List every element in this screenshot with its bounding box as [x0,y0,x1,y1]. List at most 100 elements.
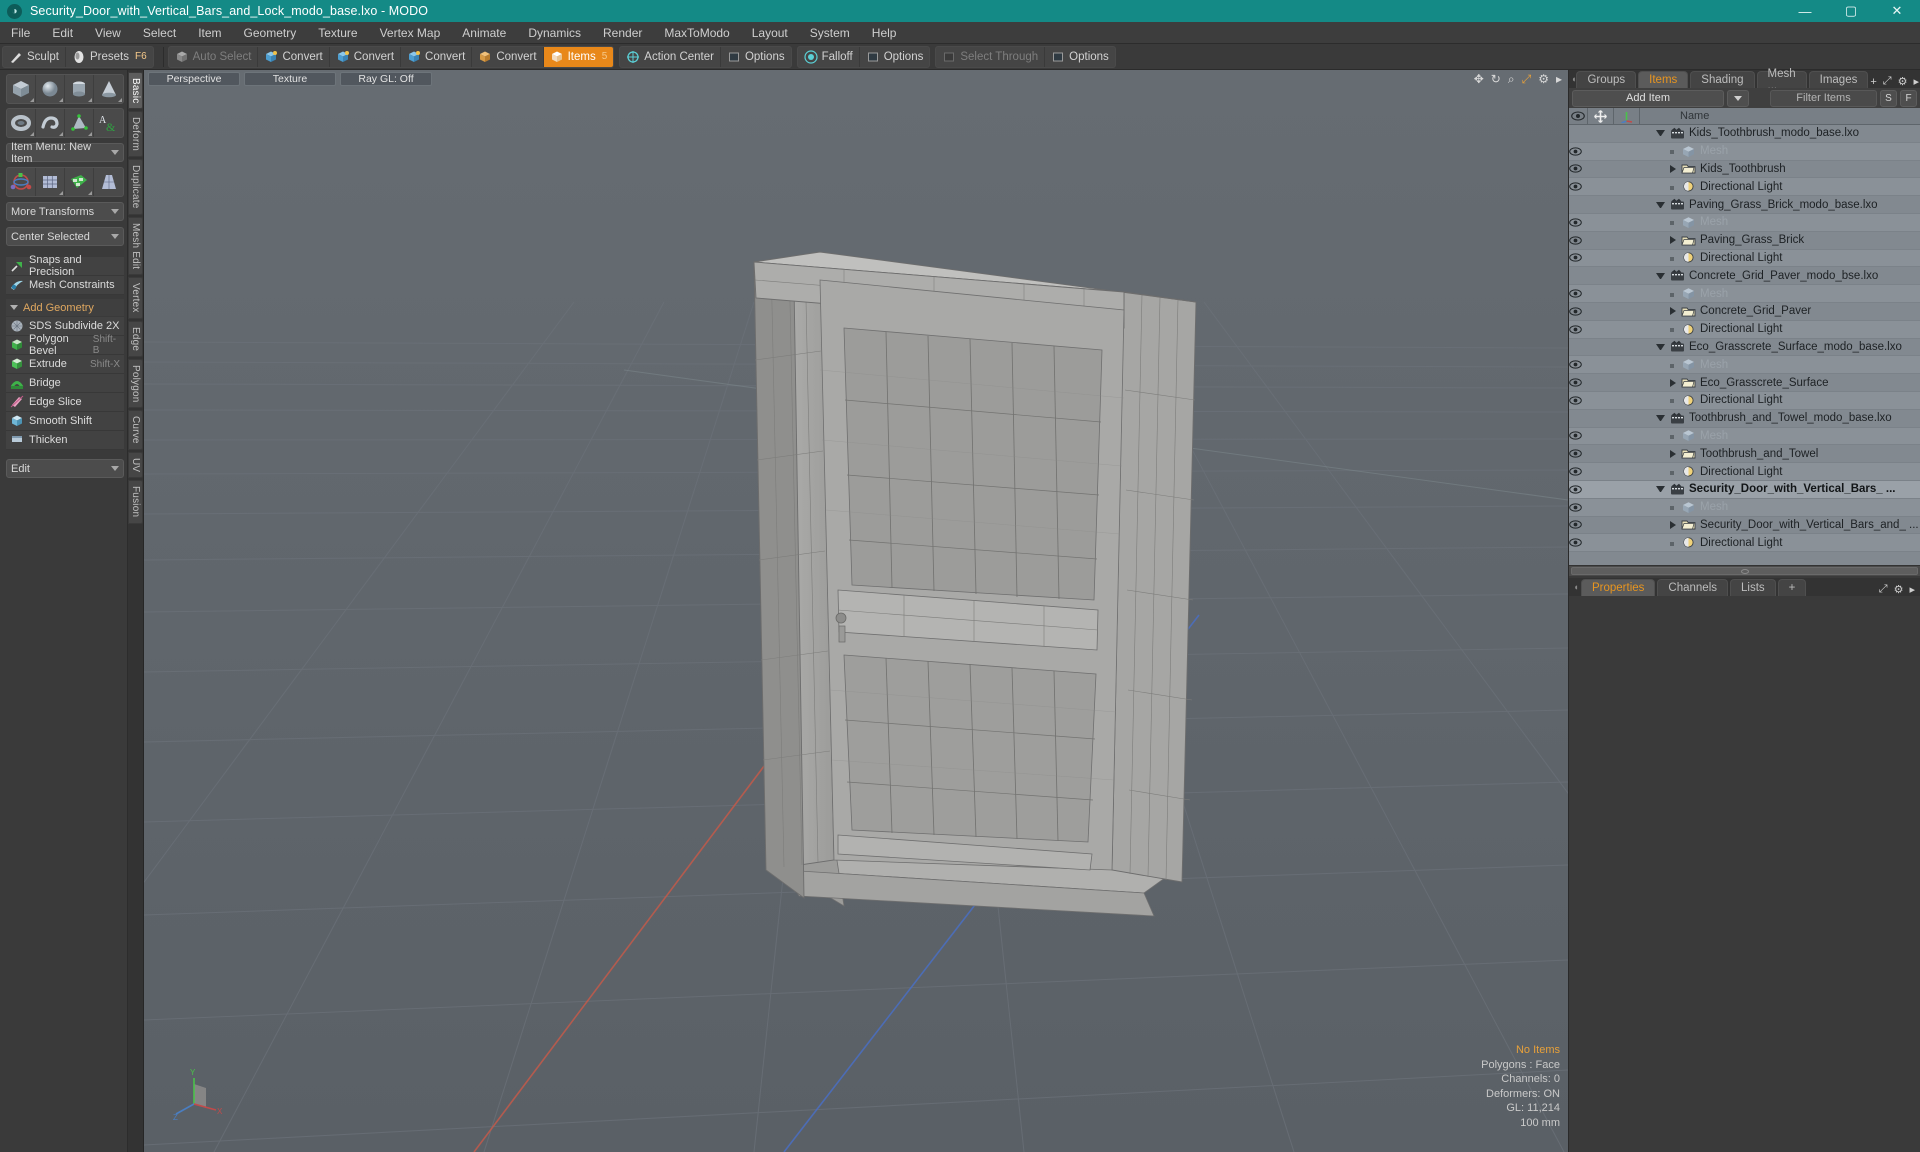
spiral-primitive-icon[interactable] [36,109,66,137]
row-visibility-toggle[interactable] [1569,431,1588,441]
table-row[interactable]: Mesh [1569,356,1920,375]
toolbar-button-options[interactable]: Options [1045,47,1115,67]
move-view-icon[interactable]: ✥ [1474,73,1484,85]
toolbar-button-convert[interactable]: Convert [330,46,402,67]
chevron-right-icon[interactable] [1670,378,1676,387]
item-list[interactable]: Kids_Toothbrush_modo_base.lxo Mesh Kids_To… [1569,125,1920,565]
bottom-tab-[interactable]: + [1777,579,1807,596]
chevron-right-icon[interactable]: ▸ [1913,75,1919,88]
text-primitive-icon[interactable]: A & [94,109,123,137]
row-visibility-toggle[interactable] [1569,449,1588,458]
uv-green-icon[interactable] [65,168,95,196]
menu-item-system[interactable]: System [799,22,861,44]
maximize-icon[interactable]: ⤢ [1883,75,1892,88]
maximize-view-icon[interactable]: ⤢ [1522,73,1532,85]
tab-shading[interactable]: Shading [1690,71,1755,88]
table-row[interactable]: Mesh [1569,142,1920,161]
add-item-dropdown-button[interactable] [1727,89,1749,107]
chevron-right-icon[interactable] [1670,449,1676,458]
menu-item-help[interactable]: Help [861,22,908,44]
table-row[interactable]: Security_Door_with_Vertical_Bars_ ... [1569,480,1920,499]
menu-item-render[interactable]: Render [592,22,653,44]
chevron-right-icon[interactable] [1670,307,1676,316]
toolbar-button-convert[interactable]: Convert [258,46,330,67]
toolbar-button-options[interactable]: Options [860,47,930,67]
table-row[interactable]: Directional Light [1569,391,1920,410]
gear-icon[interactable]: ⚙ [1538,73,1549,85]
tab-images[interactable]: Images [1808,71,1869,88]
header-move-icon[interactable] [1588,107,1614,125]
table-row[interactable]: Concrete_Grid_Paver [1569,302,1920,321]
toolbar-button-auto-select[interactable]: Auto Select [169,46,259,67]
chevron-right-icon[interactable] [1670,164,1676,173]
menu-item-select[interactable]: Select [132,22,187,44]
table-row[interactable]: Directional Light [1569,534,1920,553]
bottom-tab-scroll-handle[interactable]: ◖ [1571,578,1581,596]
header-name-label[interactable]: Name [1640,110,1920,122]
chevron-down-icon[interactable] [1656,130,1665,137]
table-row[interactable]: Directional Light [1569,463,1920,481]
menu-item-file[interactable]: File [0,22,41,44]
row-visibility-toggle[interactable] [1569,538,1588,547]
toolbar-button-options[interactable]: Options [721,47,791,67]
table-row[interactable]: Concrete_Grid_Paver_modo_bse.lxo [1569,267,1920,286]
filter-f-button[interactable]: F [1900,89,1917,107]
viewport-raygl-dropdown[interactable]: Ray GL: Off [340,72,432,86]
mesh-grid-icon[interactable] [36,168,66,196]
viewport-canvas[interactable] [144,70,1568,1152]
row-visibility-toggle[interactable] [1569,520,1588,530]
bottom-tab-lists[interactable]: Lists [1730,579,1776,596]
row-visibility-toggle[interactable] [1569,396,1588,405]
toolbar-button-convert[interactable]: Convert [472,46,544,67]
bottom-tab-properties[interactable]: Properties [1581,579,1656,596]
vertical-tab-mesh-edit[interactable]: Mesh Edit [128,216,143,276]
item-menu-dropdown[interactable]: Item Menu: New Item [6,141,124,165]
item-list-hscrollbar[interactable] [1569,565,1920,576]
toolbar-button-action-center[interactable]: Action Center [620,46,721,67]
toolbar-button-select-through[interactable]: Select Through [936,46,1046,67]
header-axis-icon[interactable] [1614,107,1640,125]
table-row[interactable]: Toothbrush_and_Towel [1569,445,1920,464]
row-visibility-toggle[interactable] [1569,289,1588,298]
tool-button-thicken[interactable]: Thicken [6,431,124,450]
row-visibility-toggle[interactable] [1569,325,1588,334]
menu-item-animate[interactable]: Animate [451,22,517,44]
tab-items[interactable]: Items [1638,71,1689,88]
chevron-down-icon[interactable] [1656,415,1665,422]
row-visibility-toggle[interactable] [1569,307,1588,316]
more-transforms-dropdown[interactable]: More Transforms [6,202,124,221]
menu-item-item[interactable]: Item [187,22,232,44]
snaps-and-precision-button[interactable]: Snaps and Precision [6,254,124,278]
vertical-tab-vertex[interactable]: Vertex [128,277,143,319]
row-visibility-toggle[interactable] [1569,236,1588,245]
cylinder-primitive-icon[interactable] [65,75,95,103]
row-visibility-toggle[interactable] [1569,147,1588,156]
menu-item-texture[interactable]: Texture [307,22,368,44]
row-visibility-toggle[interactable] [1569,485,1588,494]
chevron-down-icon[interactable] [1656,486,1665,493]
table-row[interactable]: Mesh [1569,427,1920,446]
vertical-tab-duplicate[interactable]: Duplicate [128,159,143,215]
chevron-down-icon[interactable] [1656,201,1665,208]
vertical-tab-uv[interactable]: UV [128,452,143,479]
vertical-tab-edge[interactable]: Edge [128,320,143,357]
table-row[interactable]: Eco_Grasscrete_Surface_modo_base.lxo [1569,338,1920,357]
sphere-primitive-icon[interactable] [36,75,66,103]
table-row[interactable]: Kids_Toothbrush [1569,160,1920,179]
minimize-button[interactable]: — [1782,0,1828,22]
maximize-button[interactable]: ▢ [1828,0,1874,22]
row-visibility-toggle[interactable] [1569,467,1588,476]
center-selected-dropdown[interactable]: Center Selected [6,227,124,246]
menu-item-vertex-map[interactable]: Vertex Map [369,22,452,44]
table-row[interactable]: Directional Light [1569,249,1920,268]
cube-primitive-icon[interactable] [7,75,37,103]
add-item-button[interactable]: Add Item [1572,89,1724,107]
filter-s-button[interactable]: S [1880,89,1897,107]
table-row[interactable]: Paving_Grass_Brick [1569,231,1920,250]
table-row[interactable]: Paving_Grass_Brick_modo_base.lxo [1569,196,1920,214]
table-row[interactable]: Kids_Toothbrush_modo_base.lxo [1569,125,1920,143]
cone-primitive-icon[interactable] [94,75,123,103]
add-tab-icon[interactable]: + [1870,76,1876,88]
table-row[interactable]: Eco_Grasscrete_Surface [1569,374,1920,392]
toolbar-button-convert[interactable]: Convert [401,46,473,67]
